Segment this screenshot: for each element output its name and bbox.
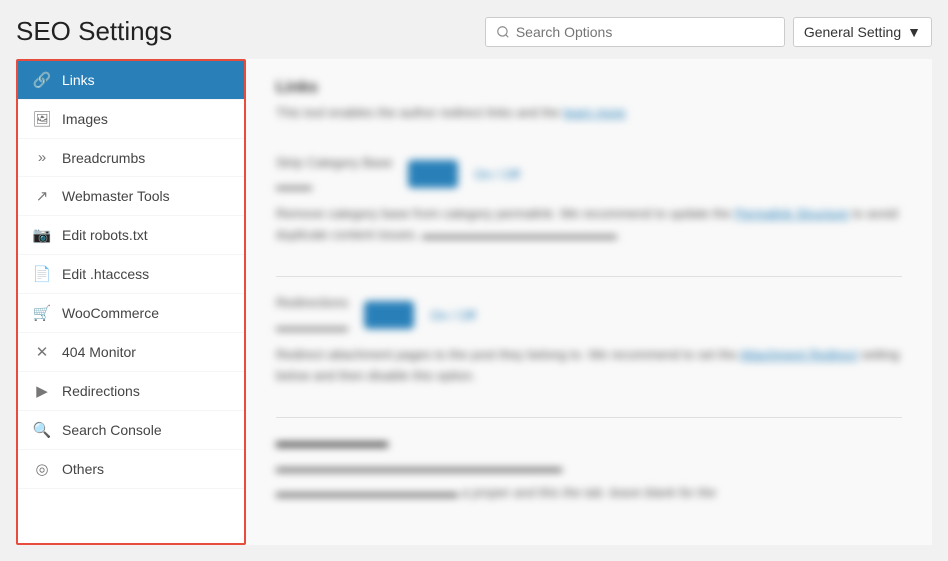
edit-htaccess-icon: 📄 [32,265,52,283]
others-icon: ◎ [32,460,52,478]
sidebar-item-links[interactable]: 🔗 Links [18,61,244,100]
sidebar-item-404-monitor[interactable]: ✕ 404 Monitor [18,333,244,372]
edit-robots-icon: 📷 [32,226,52,244]
chevron-down-icon: ▼ [907,24,921,40]
toggle-1[interactable] [408,160,458,188]
search-console-icon: 🔍 [32,421,52,439]
dropdown-label: General Setting [804,24,901,40]
webmaster-tools-icon: ↗ [32,187,52,205]
sidebar-item-edit-htaccess[interactable]: 📄 Edit .htaccess [18,255,244,294]
section-links-title: Links This tool enables the author redir… [276,79,902,123]
sidebar-item-breadcrumbs[interactable]: » Breadcrumbs [18,139,244,177]
sidebar-item-others[interactable]: ◎ Others [18,450,244,489]
search-bar[interactable] [485,17,785,47]
section-3: ▬▬▬▬▬▬▬ ▬▬▬▬▬▬▬▬▬▬▬▬▬▬▬▬▬▬▬▬▬▬ ▬▬▬▬▬▬▬▬▬… [276,434,902,503]
sidebar-item-label-woocommerce: WooCommerce [62,305,159,321]
divider-2 [276,417,902,418]
sidebar-item-woocommerce[interactable]: 🛒 WooCommerce [18,294,244,333]
main-panel: Links This tool enables the author redir… [246,59,932,545]
sidebar-item-label-webmaster-tools: Webmaster Tools [62,188,170,204]
sidebar-item-label-others: Others [62,461,104,477]
redirections-icon: ▶ [32,382,52,400]
sidebar: 🔗 Links 🖼 Images » Breadcrumbs ↗ Webmaster Tool… [16,59,246,545]
search-input[interactable] [516,24,774,40]
sidebar-item-redirections[interactable]: ▶ Redirections [18,372,244,411]
page-title: SEO Settings [16,16,172,47]
section-toggle-2: Redirections ▬▬▬▬▬▬ On / Off Redirect at… [276,293,902,387]
header: SEO Settings General Setting ▼ [16,16,932,47]
sidebar-item-edit-robots[interactable]: 📷 Edit robots.txt [18,216,244,255]
sidebar-item-search-console[interactable]: 🔍 Search Console [18,411,244,450]
divider [276,276,902,277]
sidebar-item-images[interactable]: 🖼 Images [18,100,244,139]
sidebar-item-label-breadcrumbs: Breadcrumbs [62,150,145,166]
sidebar-item-label-404-monitor: 404 Monitor [62,344,136,360]
header-controls: General Setting ▼ [485,17,932,47]
search-icon [496,25,510,39]
breadcrumbs-icon: » [32,149,52,166]
404-monitor-icon: ✕ [32,343,52,361]
sidebar-item-label-links: Links [62,72,95,88]
images-icon: 🖼 [32,110,52,128]
links-icon: 🔗 [32,71,52,89]
sidebar-item-label-edit-htaccess: Edit .htaccess [62,266,149,282]
sidebar-item-label-edit-robots: Edit robots.txt [62,227,148,243]
sidebar-item-label-images: Images [62,111,108,127]
sidebar-item-label-search-console: Search Console [62,422,162,438]
general-setting-dropdown[interactable]: General Setting ▼ [793,17,932,47]
sidebar-item-webmaster-tools[interactable]: ↗ Webmaster Tools [18,177,244,216]
toggle-2[interactable] [364,301,414,329]
section-toggle-1: Strip Category Base ▬▬▬ On / Off Remove … [276,153,902,247]
sidebar-item-label-redirections: Redirections [62,383,140,399]
content-area: 🔗 Links 🖼 Images » Breadcrumbs ↗ Webmaster Tool… [16,59,932,545]
woocommerce-icon: 🛒 [32,304,52,322]
